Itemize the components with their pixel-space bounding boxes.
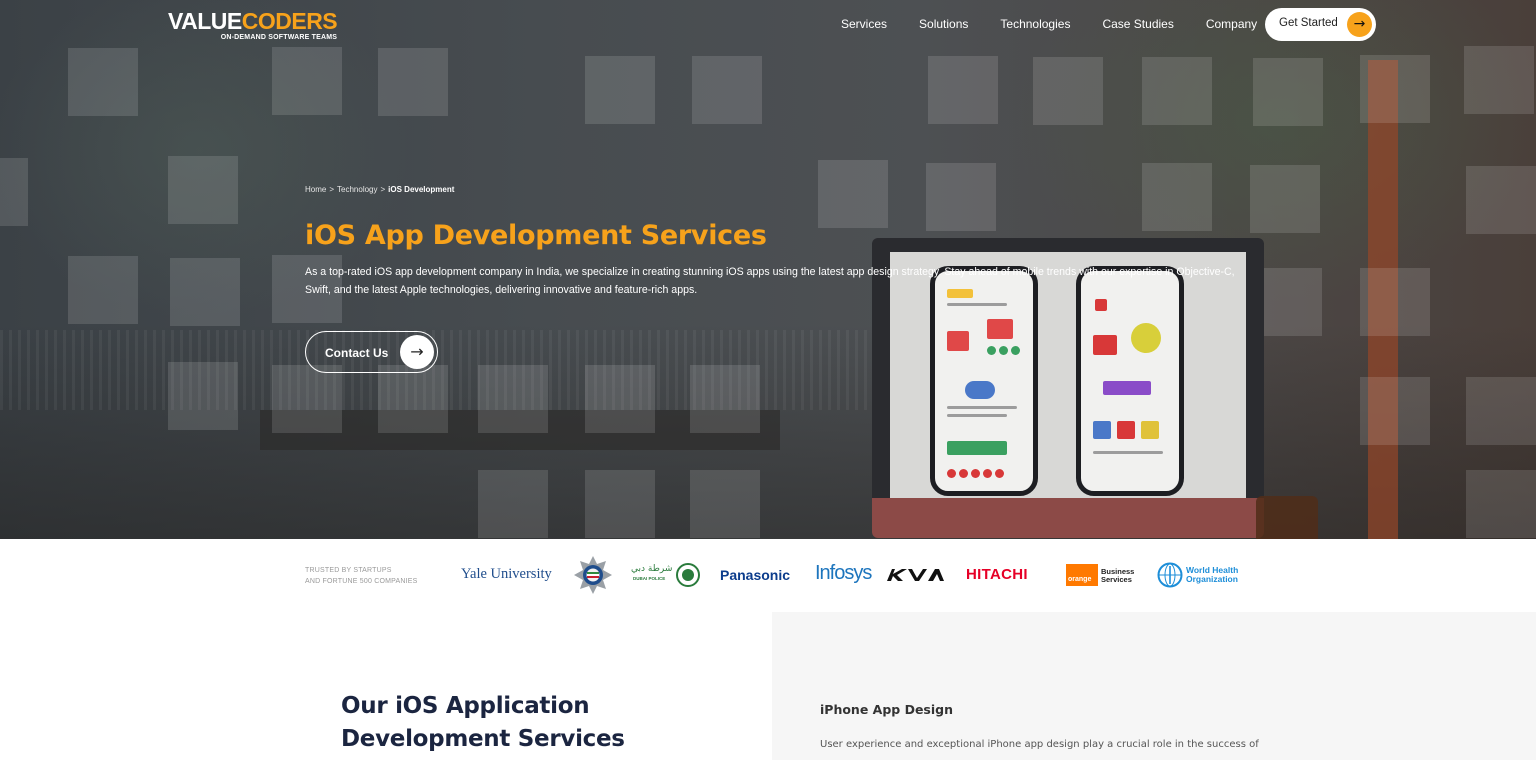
logo-value-text: VALUE: [168, 8, 242, 34]
infosys-logo: Infosys: [815, 562, 872, 584]
glass-tile: [272, 47, 342, 115]
kia-logo-icon: [886, 566, 946, 584]
who-logo-text: World Health Organization: [1186, 566, 1238, 584]
glass-tile: [168, 362, 238, 430]
breadcrumb: Home > Technology > iOS Development: [305, 185, 454, 194]
phone-mockup: [1076, 266, 1184, 496]
kuwait-police-badge-icon: [573, 555, 613, 595]
breadcrumb-home[interactable]: Home: [305, 185, 326, 194]
glass-tile: [0, 158, 28, 226]
glass-tile: [1253, 58, 1323, 126]
glass-tile: [1360, 55, 1430, 123]
nav-technologies[interactable]: Technologies: [1000, 17, 1070, 31]
glass-tile: [272, 365, 342, 433]
site-logo[interactable]: VALUECODERS ON-DEMAND SOFTWARE TEAMS: [168, 8, 338, 41]
glass-tile: [1033, 57, 1103, 125]
glass-tile: [1466, 470, 1536, 538]
glass-tile: [68, 256, 138, 324]
glass-tile: [1466, 166, 1536, 234]
glass-tile: [1466, 377, 1536, 445]
background-jar: [1256, 496, 1318, 539]
monitor-base: [872, 498, 1264, 538]
logo-coders-text: CODERS: [241, 8, 338, 34]
glass-tile: [1360, 268, 1430, 336]
breadcrumb-separator: >: [380, 185, 386, 194]
logo-tagline: ON-DEMAND SOFTWARE TEAMS: [220, 34, 338, 41]
glass-tile: [585, 470, 655, 538]
trusted-by-label: TRUSTED BY STARTUPS AND FORTUNE 500 COMP…: [305, 565, 418, 587]
glass-tile: [926, 163, 996, 231]
glass-tile: [168, 156, 238, 224]
arrow-right-icon: →: [1347, 12, 1372, 37]
breadcrumb-current: iOS Development: [388, 185, 455, 194]
orange-logo-box: orange: [1066, 564, 1098, 586]
yale-logo: Yale University: [461, 566, 552, 582]
hitachi-logo: HITACHI: [966, 566, 1028, 583]
glass-tile: [1250, 165, 1320, 233]
section-heading: Our iOS Application Development Services: [341, 693, 625, 752]
glass-tile: [690, 470, 760, 538]
glass-tile: [478, 470, 548, 538]
who-emblem-icon: [1157, 562, 1183, 588]
contact-us-button[interactable]: Contact Us →: [305, 331, 438, 373]
breadcrumb-technology[interactable]: Technology: [337, 185, 377, 194]
glass-tile: [585, 365, 655, 433]
glass-tile: [68, 48, 138, 116]
nav-solutions[interactable]: Solutions: [919, 17, 968, 31]
who-logo-line-2: Organization: [1186, 574, 1238, 584]
main-nav: Services Solutions Technologies Case Stu…: [841, 17, 1289, 31]
glass-tile: [1360, 377, 1430, 445]
who-logo: World Health Organization: [1157, 562, 1247, 588]
dubai-police-arabic: شرطة دبي: [631, 564, 673, 574]
arrow-right-icon: →: [400, 335, 434, 369]
glass-tile: [585, 56, 655, 124]
services-panel: [772, 612, 1536, 760]
get-started-label: Get Started: [1279, 17, 1338, 29]
glass-tile: [170, 258, 240, 326]
trusted-line-1: TRUSTED BY STARTUPS: [305, 567, 392, 574]
glass-tile: [928, 56, 998, 124]
orange-logo-line-2: Services: [1101, 575, 1132, 584]
nav-case-studies[interactable]: Case Studies: [1102, 17, 1173, 31]
hero-description: As a top-rated iOS app development compa…: [305, 266, 1235, 296]
glass-tile: [1142, 163, 1212, 231]
glass-tile: [818, 160, 888, 228]
logo-wordmark: VALUECODERS: [168, 8, 338, 34]
nav-services[interactable]: Services: [841, 17, 887, 31]
page-title: iOS App Development Services: [305, 220, 767, 251]
service-item-title: iPhone App Design: [820, 702, 954, 717]
nav-company[interactable]: Company: [1206, 17, 1257, 31]
get-started-button[interactable]: Get Started →: [1265, 8, 1376, 41]
service-item-description: User experience and exceptional iPhone a…: [820, 739, 1259, 750]
glass-tile: [692, 56, 762, 124]
glass-tile: [378, 48, 448, 116]
dubai-police-english: DUBAI POLICE: [633, 576, 666, 581]
contact-us-label: Contact Us: [325, 346, 389, 360]
glass-tile: [1142, 57, 1212, 125]
phone-mockup: [930, 266, 1038, 496]
glass-tile: [690, 365, 760, 433]
glass-tile: [378, 365, 448, 433]
dubai-police-logo: شرطة دبي DUBAI POLICE: [631, 563, 701, 587]
glass-tile: [478, 365, 548, 433]
glass-tile: [1464, 46, 1534, 114]
trusted-line-2: AND FORTUNE 500 COMPANIES: [305, 578, 418, 585]
orange-logo-text: Business Services: [1101, 568, 1134, 584]
breadcrumb-separator: >: [329, 185, 335, 194]
dubai-police-emblem-icon: [676, 563, 700, 587]
panasonic-logo: Panasonic: [720, 567, 791, 583]
